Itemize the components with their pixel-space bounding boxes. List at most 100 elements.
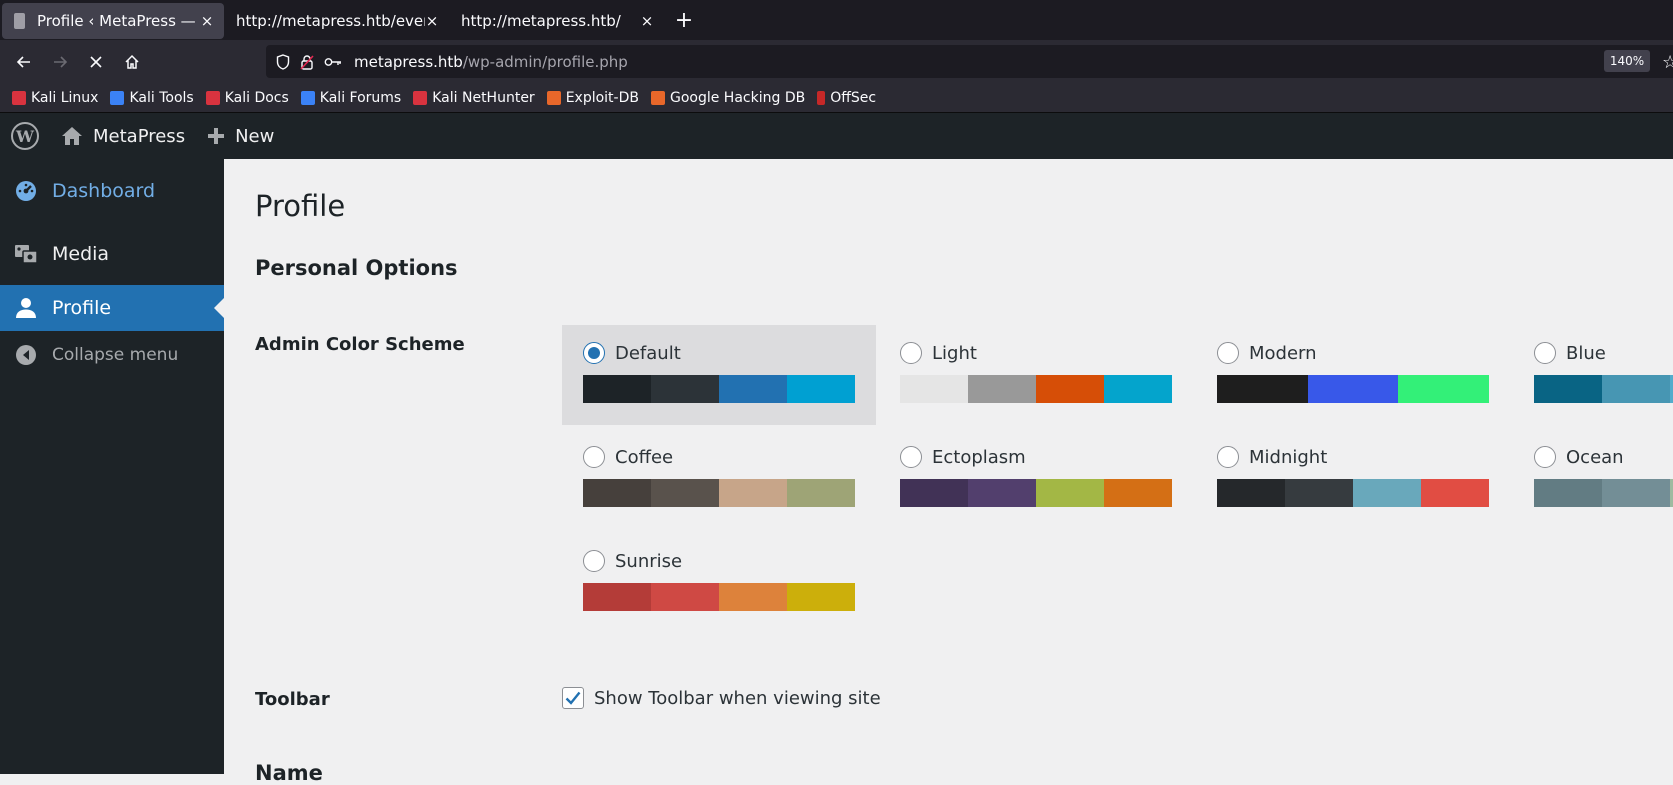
color-palette — [583, 479, 855, 507]
close-icon[interactable]: × — [200, 12, 214, 30]
site-name-link[interactable]: MetaPress — [61, 126, 185, 147]
color-palette — [583, 375, 855, 403]
exploit-db-icon — [546, 90, 561, 105]
color-palette — [1534, 375, 1673, 403]
color-palette — [1217, 375, 1490, 403]
bookmark-kali-tools[interactable]: Kali Tools — [110, 89, 194, 106]
url-host: metapress.htb — [354, 52, 463, 71]
close-icon[interactable]: × — [640, 12, 654, 30]
tab-title: http://metapress.htb/events/ — [236, 12, 425, 30]
shield-icon[interactable] — [276, 53, 290, 70]
show-toolbar-option[interactable]: Show Toolbar when viewing site — [562, 687, 881, 709]
toolbar-label: Toolbar — [255, 689, 330, 710]
url-path: /wp-admin/profile.php — [462, 52, 628, 71]
bookmark-label: Kali Docs — [224, 89, 289, 106]
kali-tools-icon — [110, 90, 125, 105]
bookmark-label: Exploit-DB — [565, 89, 639, 106]
back-button[interactable] — [6, 44, 42, 80]
browser-tab-events[interactable]: http://metapress.htb/events/ × — [224, 3, 449, 39]
radio-button[interactable] — [1217, 446, 1239, 468]
home-icon — [61, 126, 83, 146]
sidebar-item-label: Profile — [52, 297, 112, 319]
zoom-level-button[interactable]: 140% — [1604, 50, 1650, 72]
radio-button[interactable] — [583, 342, 605, 364]
radio-button[interactable] — [583, 446, 605, 468]
tab-title: Profile ‹ MetaPress — Wo — [37, 12, 200, 30]
star-icon[interactable]: ☆ — [1662, 52, 1673, 73]
kali-icon — [12, 90, 26, 105]
bookmark-label: OffSec — [830, 89, 877, 106]
collapse-menu-button[interactable]: Collapse menu — [0, 331, 224, 379]
radio-button[interactable] — [1534, 342, 1556, 364]
user-icon — [14, 296, 38, 320]
color-palette — [1534, 479, 1673, 507]
bookmark-kali-nethunter[interactable]: Kali NetHunter — [413, 89, 535, 106]
radio-button[interactable] — [900, 342, 922, 364]
color-scheme-option-ocean[interactable]: Ocean — [1513, 429, 1673, 529]
color-scheme-option-blue[interactable]: Blue — [1513, 325, 1673, 425]
color-scheme-option-midnight[interactable]: Midnight — [1196, 429, 1510, 529]
browser-tab-home[interactable]: http://metapress.htb/ × — [449, 3, 664, 39]
new-label: New — [235, 125, 275, 147]
sidebar-item-label: Collapse menu — [52, 345, 179, 365]
home-icon — [125, 54, 139, 69]
sidebar-item-profile[interactable]: Profile — [0, 285, 224, 331]
bookmark-kali-linux[interactable]: Kali Linux — [12, 90, 98, 106]
show-toolbar-checkbox[interactable] — [562, 687, 584, 709]
page-title: Profile — [255, 189, 346, 223]
arrow-left-icon — [16, 55, 30, 68]
new-content-link[interactable]: New — [207, 126, 274, 147]
bookmarks-toolbar: Kali Linux Kali Tools Kali Docs Kali For… — [0, 83, 1673, 113]
bookmark-kali-docs[interactable]: Kali Docs — [205, 89, 289, 106]
sidebar-item-label: Media — [52, 242, 110, 265]
scheme-name: Blue — [1566, 342, 1606, 364]
browser-tab-profile[interactable]: Profile ‹ MetaPress — Wo × — [2, 3, 224, 39]
sidebar-item-media[interactable]: Media — [0, 222, 224, 285]
offsec-icon — [817, 90, 826, 105]
url-text[interactable]: metapress.htb/wp-admin/profile.php — [354, 53, 628, 71]
color-scheme-label: Admin Color Scheme — [255, 334, 465, 355]
wp-admin-bar: W MetaPress New — [0, 113, 1673, 159]
radio-button[interactable] — [583, 550, 605, 572]
key-icon[interactable] — [324, 56, 342, 68]
color-scheme-option-default[interactable]: Default — [562, 325, 876, 425]
url-bar[interactable]: metapress.htb/wp-admin/profile.php — [266, 45, 1673, 78]
scheme-name: Midnight — [1249, 446, 1328, 468]
personal-options-heading: Personal Options — [255, 256, 458, 280]
kali-icon — [413, 90, 428, 105]
color-scheme-option-modern[interactable]: Modern — [1196, 325, 1510, 425]
bookmark-google-hacking-db[interactable]: Google Hacking DB — [650, 90, 805, 106]
bookmark-kali-forums[interactable]: Kali Forums — [300, 89, 402, 106]
wordpress-logo-icon[interactable]: W — [11, 122, 39, 150]
color-scheme-option-sunrise[interactable]: Sunrise — [562, 533, 876, 633]
color-palette — [900, 375, 1172, 403]
insecure-lock-icon[interactable] — [300, 54, 314, 70]
page-icon — [14, 13, 25, 29]
admin-sidebar: Dashboard Media Profile Collapse menu — [0, 159, 224, 774]
color-scheme-option-ectoplasm[interactable]: Ectoplasm — [879, 429, 1193, 529]
close-icon[interactable]: × — [425, 12, 439, 30]
stop-button[interactable] — [78, 44, 114, 80]
radio-button[interactable] — [1217, 342, 1239, 364]
bookmark-label: Kali Forums — [319, 89, 402, 106]
radio-button[interactable] — [900, 446, 922, 468]
dashboard-icon — [14, 179, 38, 203]
sidebar-item-dashboard[interactable]: Dashboard — [0, 159, 224, 222]
exploit-db-icon — [650, 90, 665, 105]
scheme-name: Coffee — [615, 446, 674, 468]
browser-nav-bar: metapress.htb/wp-admin/profile.php 140% … — [0, 40, 1673, 83]
bookmark-offsec[interactable]: OffSec — [817, 90, 876, 106]
sidebar-item-label: Dashboard — [52, 179, 156, 202]
radio-button[interactable] — [1534, 446, 1556, 468]
kali-forums-icon — [300, 90, 315, 105]
color-palette — [1217, 479, 1489, 507]
forward-button[interactable] — [42, 44, 78, 80]
new-tab-button[interactable]: + — [664, 1, 704, 40]
bookmark-exploit-db[interactable]: Exploit-DB — [546, 89, 639, 106]
bookmark-label: Kali NetHunter — [432, 89, 535, 106]
bookmark-label: Kali Tools — [129, 89, 194, 106]
color-palette — [583, 583, 855, 611]
color-scheme-option-coffee[interactable]: Coffee — [562, 429, 876, 529]
color-scheme-option-light[interactable]: Light — [879, 325, 1193, 425]
home-button[interactable] — [114, 44, 150, 80]
